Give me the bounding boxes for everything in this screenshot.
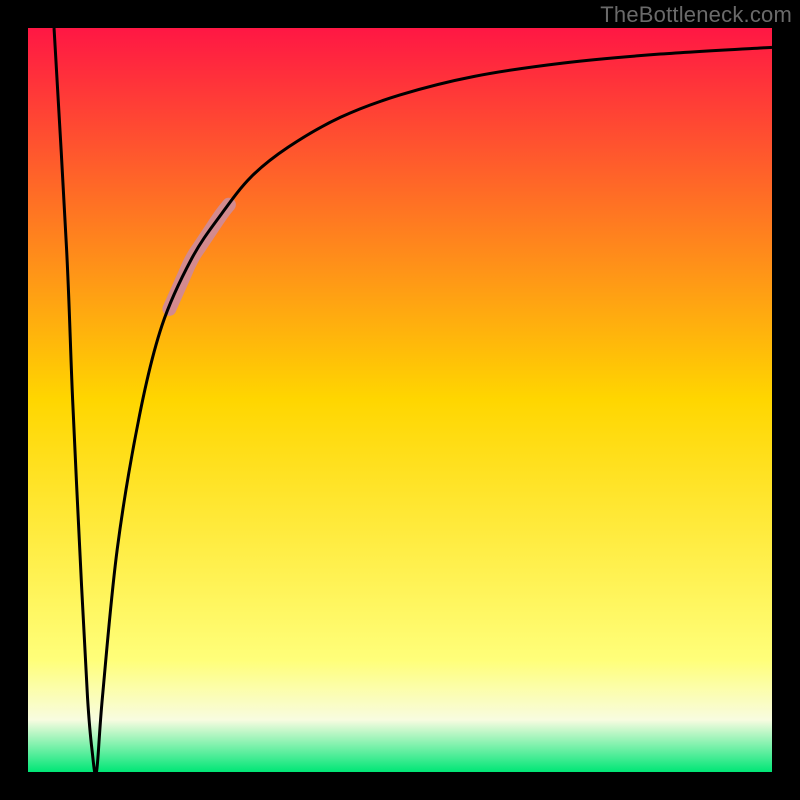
plot-background [28,28,772,772]
chart-container: TheBottleneck.com [0,0,800,800]
chart-svg [0,0,800,800]
watermark-text: TheBottleneck.com [600,2,792,28]
